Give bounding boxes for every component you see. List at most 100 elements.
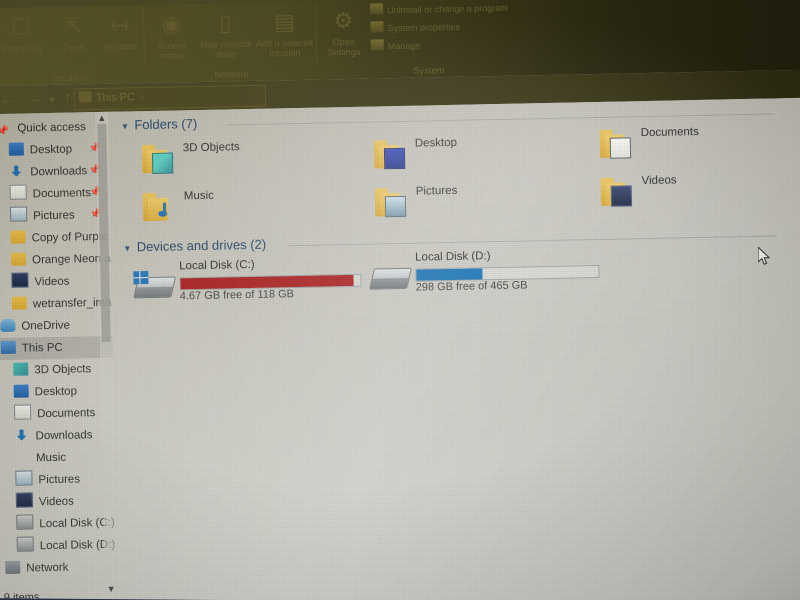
system-properties-button[interactable]: System properties	[370, 19, 460, 38]
folder-name: Documents	[640, 125, 699, 140]
sidebar-item-label: Desktop	[34, 385, 78, 399]
drives-group-header[interactable]: ▾ Devices and drives (2)	[125, 237, 267, 258]
monitor-icon	[13, 384, 29, 398]
folder-name: Desktop	[414, 136, 458, 150]
folder-tile[interactable]: Pictures	[368, 178, 579, 228]
sidebar-item-label: This PC	[21, 341, 63, 355]
back-button[interactable]: ←	[0, 90, 15, 110]
video-icon	[15, 492, 34, 508]
document-icon	[9, 184, 27, 200]
music-icon	[15, 450, 30, 463]
properties-label: Properties	[1, 43, 43, 54]
sidebar-item-network[interactable]: Network	[0, 556, 117, 581]
folder-tile[interactable]: Desktop	[367, 130, 578, 180]
drive-tile[interactable]: Local Disk (D:) 298 GB free of 465 GB	[367, 248, 600, 305]
chevron-down-icon: ▾	[122, 121, 128, 133]
drive-name: Local Disk (D:)	[414, 250, 491, 264]
open-settings-label: Open Settings	[327, 36, 361, 58]
scrollbar-thumb[interactable]	[97, 123, 111, 342]
cloud-icon	[0, 318, 16, 333]
download-icon	[9, 165, 24, 178]
folder-tile[interactable]: Videos	[593, 168, 800, 218]
system-properties-icon	[370, 21, 384, 33]
map-network-drive-button[interactable]: ▯ Map network drive	[196, 7, 255, 66]
sidebar-item-documents[interactable]: Documents	[0, 402, 114, 427]
ribbon-group-network: ◉ Access media ▯ Map network drive ▤ Add…	[144, 2, 318, 83]
drives-group-label: Devices and drives (2)	[136, 236, 267, 255]
sidebar-item-orange-neon-an[interactable]: Orange Neon an	[0, 248, 111, 273]
sidebar-item-documents[interactable]: Documents 📌	[0, 182, 110, 207]
sidebar-item-local-disk-c[interactable]: Local Disk (C:)	[0, 512, 117, 537]
folder-icon	[592, 123, 633, 162]
manage-icon	[370, 39, 384, 51]
sidebar-item-videos[interactable]: Videos	[0, 270, 112, 295]
folder-tile[interactable]: 3D Objects	[135, 135, 346, 185]
breadcrumb[interactable]: This PC ›	[73, 84, 267, 111]
folder-tile[interactable]: Music	[136, 183, 347, 233]
network-location-icon: ▤	[273, 9, 295, 35]
rename-button[interactable]: ↤ Rename	[92, 9, 147, 68]
recent-locations-button[interactable]: ▾	[50, 91, 55, 111]
folder-icon	[367, 134, 408, 173]
sidebar-item-wetransfer-imag[interactable]: wetransfer_imag	[0, 292, 112, 317]
access-media-button[interactable]: ◉ Access media	[146, 8, 197, 67]
sidebar-item-label: Videos	[38, 495, 75, 509]
sidebar-item-label: Quick access	[17, 121, 86, 135]
sidebar-item-label: Network	[26, 561, 69, 575]
sidebar-item-videos[interactable]: Videos	[0, 490, 116, 515]
explorer-window: ☐ Properties ⇱ Open ↤ Rename Location ◉ …	[0, 0, 800, 600]
forward-button[interactable]: →	[28, 89, 43, 109]
folder-icon	[136, 186, 177, 225]
folder-tile[interactable]: Documents	[592, 120, 800, 170]
sidebar-item-this-pc[interactable]: This PC	[0, 335, 114, 361]
explorer-body: 📌 Quick access Desktop 📌 Downloads 📌 Documents…	[0, 97, 800, 600]
pin-icon: 📌	[0, 125, 10, 138]
sidebar-item-label: Videos	[34, 275, 70, 289]
add-network-location-button[interactable]: ▤ Add a network location	[254, 6, 315, 65]
properties-button[interactable]: ☐ Properties	[0, 11, 49, 70]
disk-icon	[367, 262, 412, 291]
sidebar-item-label: Downloads	[30, 165, 88, 179]
3d-objects-icon	[151, 152, 174, 174]
folders-group-header[interactable]: ▾ Folders (7)	[122, 116, 197, 135]
sidebar-item-label: Documents	[37, 407, 96, 421]
monitor-icon	[8, 142, 24, 156]
sidebar-item-downloads[interactable]: Downloads 📌	[0, 160, 110, 185]
map-drive-icon: ▯	[219, 10, 232, 36]
drive-free-space: 298 GB free of 465 GB	[415, 279, 528, 294]
sidebar-item-downloads[interactable]: Downloads	[0, 424, 115, 449]
ribbon-group-location: ☐ Properties ⇱ Open ↤ Rename Location	[0, 5, 146, 86]
manage-label: Manage	[387, 40, 421, 52]
drive-name: Local Disk (C:)	[179, 258, 255, 273]
disk-icon	[16, 514, 34, 530]
sidebar-item-copy-of-purple-a[interactable]: Copy of Purple a	[0, 226, 111, 251]
open-settings-button[interactable]: ⚙ Open Settings	[320, 5, 367, 64]
up-button[interactable]: ↑	[64, 89, 72, 109]
folder-icon	[10, 252, 27, 266]
folder-name: Pictures	[415, 184, 458, 198]
folder-icon	[135, 138, 176, 177]
folder-icon	[593, 171, 634, 210]
sidebar-item-local-disk-d[interactable]: Local Disk (D:)	[0, 534, 117, 559]
folder-icon	[10, 230, 26, 244]
sidebar-item-label: Pictures	[33, 209, 75, 223]
manage-button[interactable]: Manage	[370, 38, 421, 56]
folders-group-label: Folders (7)	[134, 116, 198, 133]
sidebar-item-3d-objects[interactable]: 3D Objects	[0, 358, 113, 383]
document-icon	[13, 404, 32, 420]
sidebar-item-pictures[interactable]: Pictures	[0, 468, 116, 493]
this-pc-icon	[78, 91, 92, 103]
sidebar-item-quick-access[interactable]: 📌 Quick access	[0, 116, 109, 141]
folder-icon	[11, 296, 28, 310]
uninstall-icon	[369, 3, 384, 15]
sidebar-item-music[interactable]: Music	[0, 446, 115, 471]
sidebar-item-onedrive[interactable]: OneDrive	[0, 314, 113, 339]
gear-icon: ⚙	[333, 7, 354, 34]
uninstall-program-button[interactable]: Uninstall or change a program	[369, 0, 508, 20]
drive-tile[interactable]: Local Disk (C:) 4.67 GB free of 118 GB	[131, 257, 362, 314]
sidebar-item-desktop[interactable]: Desktop	[0, 380, 114, 405]
ribbon-group-location-label: Location	[52, 72, 89, 83]
sidebar-item-desktop[interactable]: Desktop 📌	[0, 138, 109, 163]
sidebar-item-pictures[interactable]: Pictures 📌	[0, 204, 110, 229]
windows-disk-icon	[131, 271, 177, 300]
